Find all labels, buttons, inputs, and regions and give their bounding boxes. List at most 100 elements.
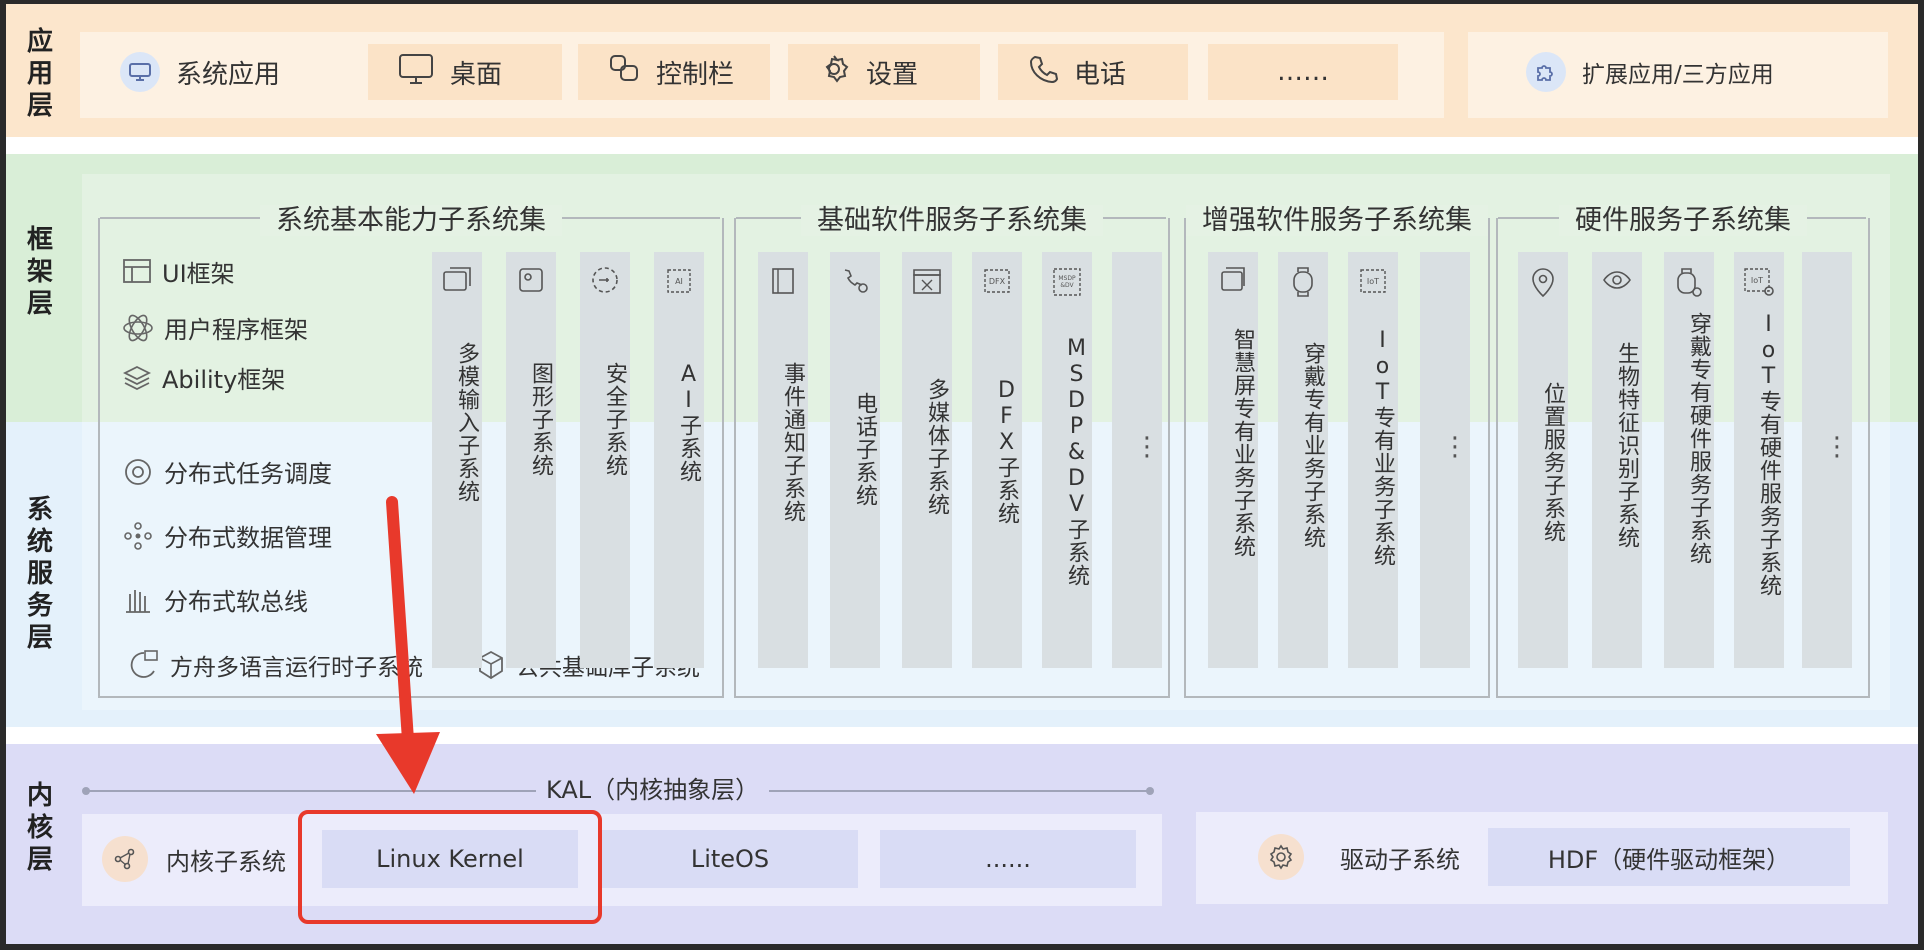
column-iot-hardware[interactable]: IoT IoT专有硬件服务子系统 xyxy=(1734,252,1784,668)
app-layer-text: 应用层 xyxy=(26,27,53,121)
column-biometrics[interactable]: 生物特征识别子系统 xyxy=(1592,252,1642,668)
control-bar-icon xyxy=(608,53,640,92)
ui-framework[interactable]: UI框架 xyxy=(122,254,235,289)
group-software-title-text: 基础软件服务子系统集 xyxy=(801,205,1103,236)
atom-icon xyxy=(122,313,154,343)
column-wearable-label: 穿戴专有业务子系统 xyxy=(1300,342,1325,549)
iot-chip-icon: IoT xyxy=(1348,266,1398,296)
ark-runtime-subsystem[interactable]: 方舟多语言运行时子系统 xyxy=(128,648,423,682)
distributed-data-management[interactable]: 分布式数据管理 xyxy=(122,518,332,553)
column-graphics-label: 图形子系统 xyxy=(528,362,553,477)
column-enhanced-more[interactable]: ⋮ xyxy=(1420,252,1470,668)
column-iot-business[interactable]: IoT IoT专有业务子系统 xyxy=(1348,252,1398,668)
kernel-liteos-label: LiteOS xyxy=(690,845,770,873)
msdp-icon: MSDP &DV xyxy=(1042,266,1092,298)
column-wearable[interactable]: 穿戴专有业务子系统 xyxy=(1278,252,1328,668)
hdf-label: HDF（硬件驱动框架） xyxy=(1547,845,1791,874)
kal-label: KAL（内核抽象层） xyxy=(536,770,770,805)
user-program-framework[interactable]: 用户程序框架 xyxy=(122,310,308,345)
column-hardware-more[interactable]: ⋮ xyxy=(1802,252,1852,668)
kernel-layer-text: 内核层 xyxy=(26,781,53,875)
phone-icon xyxy=(1028,54,1059,91)
user-program-framework-label: 用户程序框架 xyxy=(164,316,308,344)
app-item-control-bar-label: 控制栏 xyxy=(656,59,735,90)
column-dfx[interactable]: DFX DFX子系统 xyxy=(972,252,1022,668)
dfx-icon: DFX xyxy=(972,266,1022,296)
app-item-desktop[interactable]: 桌面 xyxy=(368,44,562,100)
ai-chip-icon: AI xyxy=(654,266,704,296)
column-iot-hardware-label: IoT专有硬件服务子系统 xyxy=(1756,312,1781,597)
app-item-more-label: …… xyxy=(1277,57,1329,87)
column-multimedia-label: 多媒体子系统 xyxy=(924,378,949,516)
app-item-desktop-label: 桌面 xyxy=(450,59,503,90)
column-smart-screen[interactable]: 智慧屏专有业务子系统 xyxy=(1208,252,1258,668)
app-item-phone[interactable]: 电话 xyxy=(998,44,1188,100)
location-pin-icon xyxy=(1518,266,1568,300)
column-event-notification[interactable]: 事件通知子系统 xyxy=(758,252,808,668)
system-apps-label: 系统应用 xyxy=(176,59,281,90)
ability-framework-label: Ability框架 xyxy=(162,366,286,394)
kernel-more-label: ...... xyxy=(985,845,1031,873)
column-security[interactable]: 安全子系统 xyxy=(580,252,630,668)
svg-text:MSDP: MSDP xyxy=(1058,275,1076,282)
hdf-box[interactable]: HDF（硬件驱动框架） xyxy=(1488,828,1850,886)
group-hardware-title: 硬件服务子系统集 xyxy=(1498,198,1868,237)
column-wearable-hardware[interactable]: 穿戴专有硬件服务子系统 xyxy=(1664,252,1714,668)
column-multimedia[interactable]: 多媒体子系统 xyxy=(902,252,952,668)
column-dfx-label: DFX子系统 xyxy=(994,378,1019,525)
app-item-settings-label: 设置 xyxy=(866,59,919,90)
column-telephony-label: 电话子系统 xyxy=(852,392,877,507)
ui-framework-label: UI框架 xyxy=(162,260,235,288)
input-icon xyxy=(432,266,482,294)
notebook-icon xyxy=(758,266,808,296)
app-item-more[interactable]: …… xyxy=(1208,44,1398,100)
kal-line-start xyxy=(82,787,90,795)
group-software-title: 基础软件服务子系统集 xyxy=(736,198,1168,237)
kernel-layer-label: 内核层 xyxy=(22,780,58,876)
driver-gear-icon xyxy=(1258,834,1304,880)
graphics-icon xyxy=(506,266,556,294)
column-telephony[interactable]: 电话子系统 xyxy=(830,252,880,668)
column-multimodal-input-label: 多模输入子系统 xyxy=(454,342,479,503)
desktop-icon xyxy=(398,53,434,92)
kernel-subsystem-icon xyxy=(102,836,148,882)
ability-framework[interactable]: Ability框架 xyxy=(122,360,285,395)
watch-gear-icon xyxy=(1664,266,1714,300)
kernel-liteos[interactable]: LiteOS xyxy=(602,830,858,888)
distributed-data-management-label: 分布式数据管理 xyxy=(164,524,332,552)
column-msdp-dv-label: MSDP&DV子系统 xyxy=(1064,336,1089,587)
svg-text:IoT: IoT xyxy=(1367,277,1379,286)
column-software-more[interactable]: ⋮ xyxy=(1112,252,1162,668)
column-location[interactable]: 位置服务子系统 xyxy=(1518,252,1568,668)
column-ai[interactable]: AI AI子系统 xyxy=(654,252,704,668)
distributed-soft-bus[interactable]: 分布式软总线 xyxy=(122,582,308,617)
ui-framework-icon xyxy=(122,258,152,286)
app-item-settings[interactable]: 设置 xyxy=(788,44,980,100)
column-hardware-more-label: ⋮ xyxy=(1822,432,1852,463)
app-layer-label: 应用层 xyxy=(22,26,58,122)
distributed-task-scheduling[interactable]: 分布式任务调度 xyxy=(122,454,332,489)
eye-icon xyxy=(1592,266,1642,294)
kernel-more[interactable]: ...... xyxy=(880,830,1136,888)
column-event-notification-label: 事件通知子系统 xyxy=(780,362,805,523)
watch-icon xyxy=(1278,266,1328,298)
smart-screen-icon xyxy=(1208,266,1258,296)
clapper-icon xyxy=(902,266,952,296)
column-multimodal-input[interactable]: 多模输入子系统 xyxy=(432,252,482,668)
column-location-label: 位置服务子系统 xyxy=(1540,382,1565,543)
column-graphics[interactable]: 图形子系统 xyxy=(506,252,556,668)
column-iot-business-label: IoT专有业务子系统 xyxy=(1370,328,1395,567)
app-item-phone-label: 电话 xyxy=(1074,59,1127,90)
soft-bus-icon xyxy=(122,584,154,616)
app-item-control-bar[interactable]: 控制栏 xyxy=(578,44,770,100)
framework-layer-text: 框架层 xyxy=(26,225,53,319)
linux-kernel-highlight xyxy=(298,810,602,924)
column-msdp-dv[interactable]: MSDP &DV MSDP&DV子系统 xyxy=(1042,252,1092,668)
system-service-layer-text: 系统服务层 xyxy=(26,495,53,653)
ark-runtime-label: 方舟多语言运行时子系统 xyxy=(170,655,423,681)
layers-icon xyxy=(122,364,152,392)
group-enhanced-title-text: 增强软件服务子系统集 xyxy=(1186,205,1488,236)
security-icon xyxy=(580,266,630,294)
svg-text:IoT: IoT xyxy=(1751,276,1763,285)
group-enhanced-title: 增强软件服务子系统集 xyxy=(1186,198,1488,237)
